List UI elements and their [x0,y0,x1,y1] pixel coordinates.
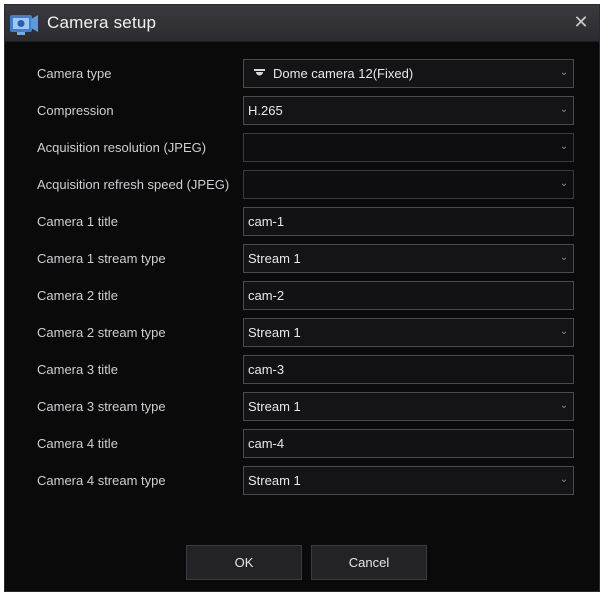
camera-3-title-input[interactable]: cam-3 [243,355,574,384]
camera-2-title-input[interactable]: cam-2 [243,281,574,310]
camera-type-row: Camera type Dome camera 12(Fixed) ⌄ [5,59,599,89]
camera-type-label: Camera type [37,66,112,81]
camera-3-title-label: Camera 3 title [37,362,118,377]
chevron-down-icon: ⌄ [559,326,569,337]
camera-1-stream-select[interactable]: Stream 1 ⌄ [243,244,574,273]
camera-4-stream-label: Camera 4 stream type [37,473,166,488]
cancel-button[interactable]: Cancel [311,545,427,580]
camera-setup-dialog: Camera setup ✕ Camera type Dome camera 1… [4,4,600,592]
camera-2-title-value: cam-2 [248,288,285,303]
chevron-down-icon: ⌄ [559,252,569,263]
camera-1-title-label: Camera 1 title [37,214,118,229]
camera-type-select[interactable]: Dome camera 12(Fixed) ⌄ [243,59,574,88]
camera-4-title-input[interactable]: cam-4 [243,429,574,458]
compression-select[interactable]: H.265 ⌄ [243,96,574,125]
camera-4-title-row: Camera 4 title cam-4 [5,429,599,459]
camera-2-stream-label: Camera 2 stream type [37,325,166,340]
camera-4-title-value: cam-4 [248,436,285,451]
dome-camera-icon [254,69,265,76]
camera-1-stream-label: Camera 1 stream type [37,251,166,266]
camera-type-value-wrap: Dome camera 12(Fixed) [254,66,413,81]
camera-2-stream-value: Stream 1 [248,325,301,340]
camera-1-title-input[interactable]: cam-1 [243,207,574,236]
camera-2-title-label: Camera 2 title [37,288,118,303]
chevron-down-icon: ⌄ [559,141,569,152]
chevron-down-icon: ⌄ [559,400,569,411]
camera-4-title-label: Camera 4 title [37,436,118,451]
camera-1-stream-row: Camera 1 stream type Stream 1 ⌄ [5,244,599,274]
camera-2-stream-select[interactable]: Stream 1 ⌄ [243,318,574,347]
camera-2-stream-row: Camera 2 stream type Stream 1 ⌄ [5,318,599,348]
acquisition-resolution-label: Acquisition resolution (JPEG) [37,140,207,155]
camera-type-value: Dome camera 12(Fixed) [273,66,414,81]
camera-3-stream-value: Stream 1 [248,399,301,414]
camera-app-icon [10,15,38,35]
camera-1-title-value: cam-1 [248,214,285,229]
compression-value: H.265 [248,103,283,118]
camera-3-stream-select[interactable]: Stream 1 ⌄ [243,392,574,421]
ok-button[interactable]: OK [186,545,302,580]
camera-3-stream-row: Camera 3 stream type Stream 1 ⌄ [5,392,599,422]
camera-4-stream-select[interactable]: Stream 1 ⌄ [243,466,574,495]
close-icon[interactable]: ✕ [571,12,591,32]
acquisition-refresh-speed-select[interactable]: ⌄ [243,170,574,199]
acquisition-refresh-speed-label: Acquisition refresh speed (JPEG) [37,177,230,192]
camera-1-stream-value: Stream 1 [248,251,301,266]
camera-2-title-row: Camera 2 title cam-2 [5,281,599,311]
chevron-down-icon: ⌄ [559,104,569,115]
dialog-title: Camera setup [47,13,157,32]
acquisition-resolution-row: Acquisition resolution (JPEG) ⌄ [5,133,599,163]
camera-3-title-value: cam-3 [248,362,285,377]
acquisition-refresh-speed-row: Acquisition refresh speed (JPEG) ⌄ [5,170,599,200]
chevron-down-icon: ⌄ [559,178,569,189]
camera-3-title-row: Camera 3 title cam-3 [5,355,599,385]
camera-4-stream-row: Camera 4 stream type Stream 1 ⌄ [5,466,599,496]
camera-3-stream-label: Camera 3 stream type [37,399,166,414]
compression-row: Compression H.265 ⌄ [5,96,599,126]
title-bar: Camera setup ✕ [5,5,599,42]
camera-4-stream-value: Stream 1 [248,473,301,488]
camera-1-title-row: Camera 1 title cam-1 [5,207,599,237]
compression-label: Compression [37,103,114,118]
chevron-down-icon: ⌄ [559,474,569,485]
acquisition-resolution-select[interactable]: ⌄ [243,133,574,162]
chevron-down-icon: ⌄ [559,67,569,78]
